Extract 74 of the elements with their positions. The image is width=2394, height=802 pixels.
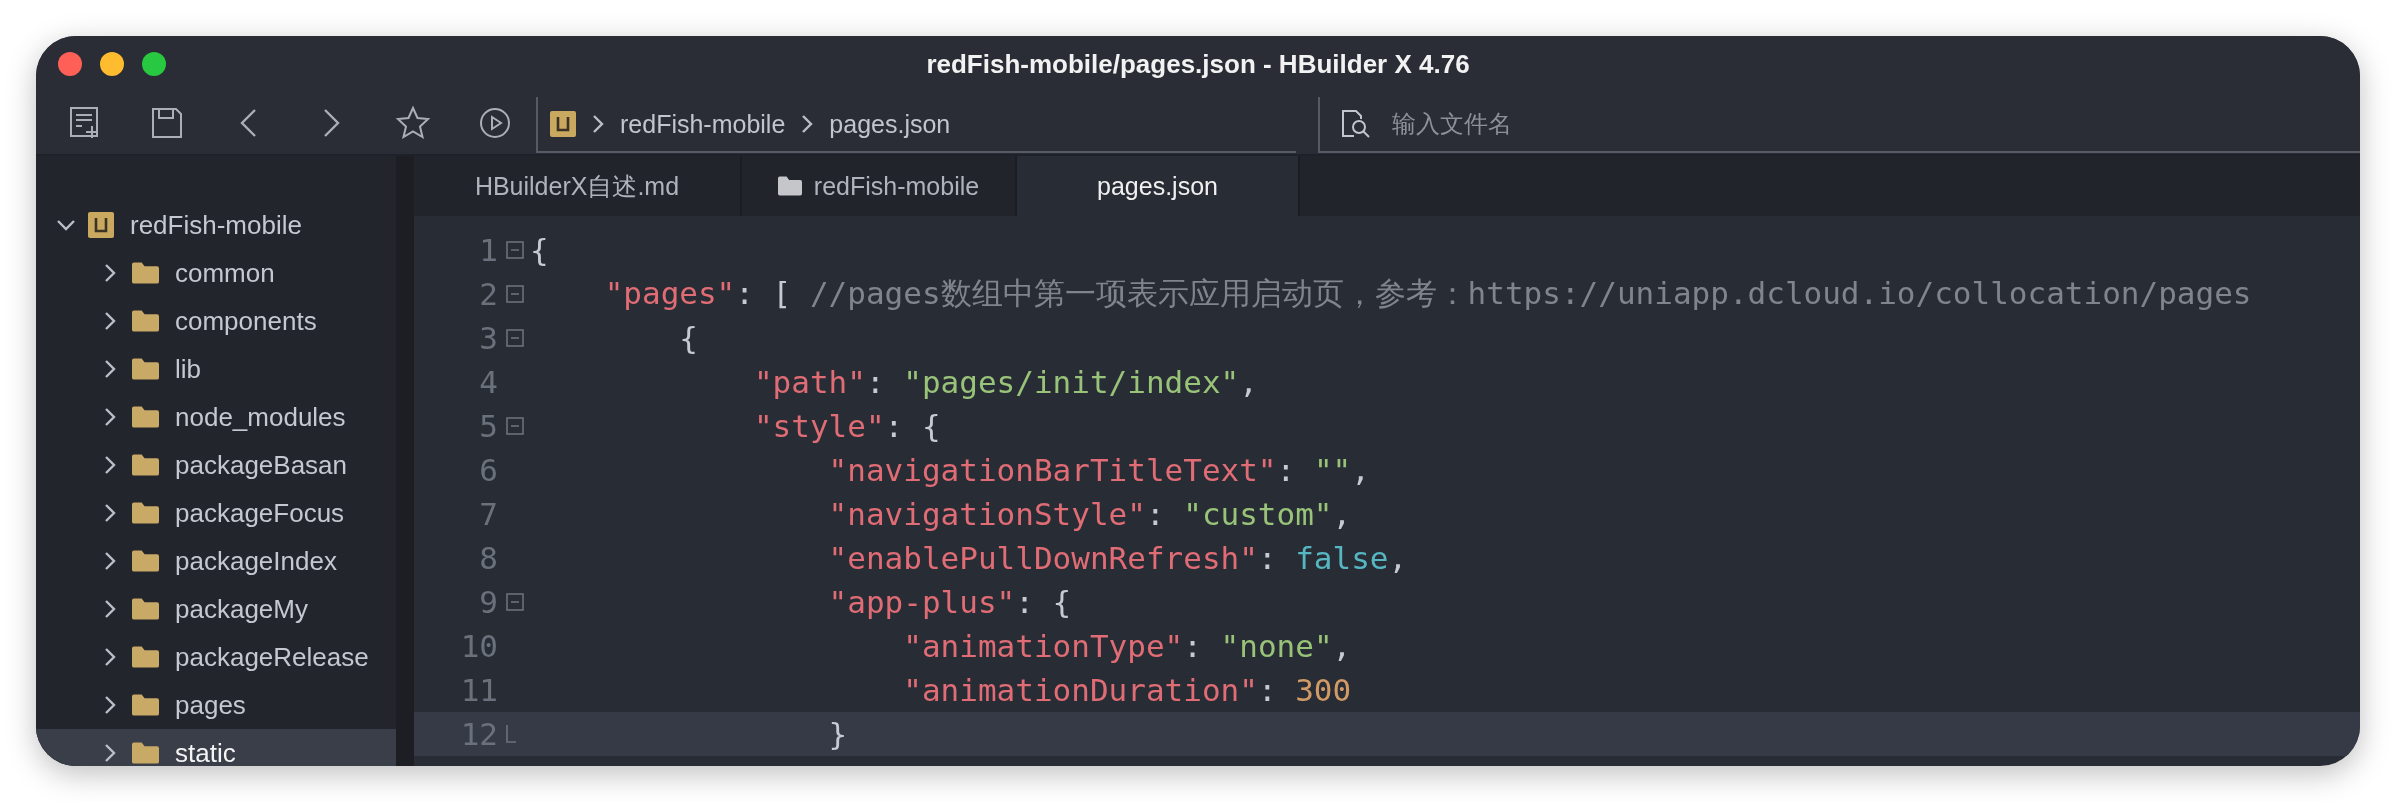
folder-icon bbox=[132, 694, 159, 716]
folder-icon bbox=[777, 176, 802, 196]
line-number: 10 bbox=[460, 628, 498, 664]
line-number: 2 bbox=[479, 276, 498, 312]
tree-item[interactable]: components bbox=[36, 297, 396, 345]
tree-item[interactable]: packageIndex bbox=[36, 537, 396, 585]
chevron-right-icon bbox=[104, 407, 116, 427]
tree-item[interactable]: node_modules bbox=[36, 393, 396, 441]
line-number: 8 bbox=[479, 540, 498, 576]
code-line: "app-plus": { bbox=[828, 584, 1072, 620]
chevron-down-icon bbox=[56, 219, 76, 231]
chevron-right-icon bbox=[104, 455, 116, 475]
folder-icon bbox=[132, 742, 159, 764]
window-title: redFish-mobile/pages.json - HBuilder X 4.76 bbox=[926, 48, 1470, 79]
zoom-button[interactable] bbox=[142, 52, 166, 76]
file-search-field[interactable]: 输入文件名 bbox=[1390, 109, 2360, 139]
breadcrumb-chevron-icon bbox=[801, 114, 814, 134]
project-icon bbox=[550, 111, 576, 137]
code-line: "pages": [ //pages数组中第一项表示应用启动页，参考：https://uniapp.dcloud.io/collocation/pages bbox=[604, 274, 2252, 313]
chevron-right-icon bbox=[104, 695, 116, 715]
folder-icon bbox=[132, 262, 159, 284]
folder-icon bbox=[132, 358, 159, 380]
folder-icon bbox=[132, 598, 159, 620]
line-number: 6 bbox=[479, 452, 498, 488]
editor-tab[interactable]: pages.json bbox=[1017, 156, 1300, 216]
file-search-icon bbox=[1340, 108, 1372, 140]
chevron-right-icon bbox=[104, 551, 116, 571]
tree-item[interactable]: packageRelease bbox=[36, 633, 396, 681]
breadcrumb-item[interactable]: redFish-mobile bbox=[620, 109, 786, 139]
close-button[interactable] bbox=[58, 52, 82, 76]
tree-item[interactable]: lib bbox=[36, 345, 396, 393]
code-line: "navigationBarTitleText": "", bbox=[828, 452, 1370, 488]
folder-icon bbox=[132, 550, 159, 572]
line-number: 9 bbox=[479, 584, 498, 620]
code-line: "path": "pages/init/index", bbox=[753, 364, 1258, 400]
tree-item[interactable]: packageMy bbox=[36, 585, 396, 633]
code-line: "animationDuration": 300 bbox=[903, 672, 1352, 708]
breadcrumb-item[interactable]: pages.json bbox=[829, 109, 951, 139]
folder-icon bbox=[132, 310, 159, 332]
code-line: "animationType": "none", bbox=[903, 628, 1352, 664]
code-line: "style": { bbox=[753, 408, 941, 444]
folder-icon bbox=[132, 646, 159, 668]
folder-icon bbox=[132, 406, 159, 428]
line-number: 4 bbox=[479, 364, 498, 400]
chevron-right-icon bbox=[104, 359, 116, 379]
folder-icon bbox=[132, 454, 159, 476]
tree-item[interactable]: redFish-mobile bbox=[36, 201, 396, 249]
chevron-right-icon bbox=[104, 263, 116, 283]
fold-end-icon bbox=[506, 725, 516, 743]
chevron-right-icon bbox=[104, 311, 116, 331]
line-number: 11 bbox=[460, 672, 498, 708]
chevron-right-icon bbox=[104, 503, 116, 523]
code-line: } bbox=[828, 716, 848, 752]
breadcrumb-chevron-icon bbox=[592, 114, 604, 134]
tree-item[interactable]: packageBasan bbox=[36, 441, 396, 489]
line-number: 1 bbox=[479, 232, 498, 268]
code-line: { bbox=[679, 320, 698, 356]
chevron-right-icon bbox=[104, 743, 116, 763]
line-number: 3 bbox=[479, 320, 498, 356]
tree-item[interactable]: common bbox=[36, 249, 396, 297]
tree-item[interactable]: pages bbox=[36, 681, 396, 729]
folder-icon bbox=[132, 502, 159, 524]
chevron-right-icon bbox=[104, 599, 116, 619]
project-icon bbox=[88, 212, 114, 238]
code-line: { bbox=[530, 232, 549, 268]
line-number: 5 bbox=[479, 408, 498, 444]
line-number: 7 bbox=[479, 496, 498, 532]
chevron-right-icon bbox=[104, 647, 116, 667]
tree-item[interactable]: static bbox=[36, 729, 396, 766]
code-line: "enablePullDownRefresh": false, bbox=[828, 540, 1408, 576]
minimize-button[interactable] bbox=[100, 52, 124, 76]
tree-item[interactable]: packageFocus bbox=[36, 489, 396, 537]
code-line: "navigationStyle": "custom", bbox=[828, 496, 1352, 532]
star-icon[interactable] bbox=[394, 104, 432, 142]
